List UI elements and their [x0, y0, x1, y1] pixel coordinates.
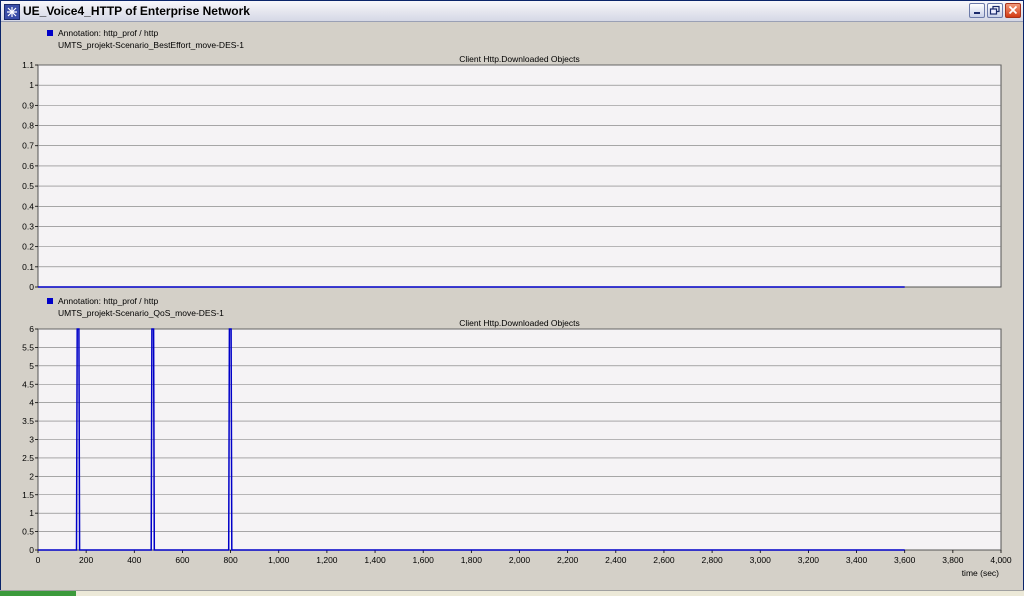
y-tick-label: 0.3: [22, 221, 34, 231]
window-title: UE_Voice4_HTTP of Enterprise Network: [23, 4, 250, 18]
legend-annotation: Annotation: http_prof / http: [58, 28, 158, 38]
x-tick-label: 200: [79, 555, 93, 565]
y-tick-label: 2.5: [22, 453, 34, 463]
x-tick-label: 0: [36, 555, 41, 565]
graph-panel: Annotation: http_prof / http UMTS_projekt…: [4, 23, 1020, 591]
y-tick-label: 3.5: [22, 416, 34, 426]
x-tick-label: 3,600: [894, 555, 916, 565]
x-tick-label: 3,000: [750, 555, 772, 565]
y-tick-label: 3: [29, 435, 34, 445]
y-tick-label: 0.6: [22, 161, 34, 171]
x-tick-label: 400: [127, 555, 141, 565]
x-tick-label: 2,600: [653, 555, 675, 565]
x-tick-label: 1,400: [364, 555, 386, 565]
minimize-button[interactable]: [969, 3, 985, 18]
x-tick-label: 2,000: [509, 555, 531, 565]
x-tick-label: 3,400: [846, 555, 868, 565]
status-bar: [0, 590, 1024, 596]
legend-scenario: UMTS_projekt-Scenario_BestEffort_move-DE…: [58, 40, 244, 50]
restore-icon: [989, 5, 1000, 15]
y-tick-label: 0.1: [22, 262, 34, 272]
title-bar[interactable]: UE_Voice4_HTTP of Enterprise Network: [1, 1, 1023, 22]
panel-besteffort: Annotation: http_prof / http UMTS_projekt…: [22, 28, 1002, 292]
x-tick-label: 2,400: [605, 555, 627, 565]
y-tick-label: 4: [29, 398, 34, 408]
y-tick-label: 5.5: [22, 342, 34, 352]
status-indicator: [0, 591, 76, 596]
restore-button[interactable]: [987, 3, 1003, 18]
y-tick-label: 0.5: [22, 181, 34, 191]
y-tick-label: 5: [29, 361, 34, 371]
panel-qos: Annotation: http_prof / http UMTS_projekt…: [22, 296, 1012, 578]
x-tick-label: 1,600: [413, 555, 435, 565]
y-tick-label: 1.5: [22, 490, 34, 500]
y-tick-label: 1: [29, 508, 34, 518]
x-tick-label: 2,800: [701, 555, 723, 565]
y-tick-label: 0.7: [22, 141, 34, 151]
y-tick-label: 0.9: [22, 100, 34, 110]
legend-swatch: [47, 30, 53, 36]
y-tick-label: 4.5: [22, 379, 34, 389]
x-tick-label: 3,200: [798, 555, 820, 565]
x-tick-label: 3,800: [942, 555, 964, 565]
legend-scenario: UMTS_projekt-Scenario_QoS_move-DES-1: [58, 308, 224, 318]
y-tick-label: 1: [29, 80, 34, 90]
minimize-icon: [974, 12, 980, 14]
y-tick-label: 0.8: [22, 121, 34, 131]
x-tick-label: 1,800: [461, 555, 483, 565]
x-tick-label: 2,200: [557, 555, 579, 565]
x-axis-label: time (sec): [962, 568, 999, 578]
x-tick-label: 800: [224, 555, 238, 565]
x-tick-label: 1,200: [316, 555, 338, 565]
application-window: UE_Voice4_HTTP of Enterprise Network Ann…: [0, 0, 1024, 595]
y-tick-label: 0.4: [22, 201, 34, 211]
y-tick-label: 2: [29, 471, 34, 481]
legend-annotation: Annotation: http_prof / http: [58, 296, 158, 306]
y-tick-label: 0: [29, 545, 34, 555]
legend-swatch: [47, 298, 53, 304]
x-tick-label: 600: [175, 555, 189, 565]
x-tick-label: 4,000: [990, 555, 1012, 565]
chart-title: Client Http.Downloaded Objects: [459, 54, 579, 64]
y-tick-label: 0.2: [22, 242, 34, 252]
y-tick-label: 0: [29, 282, 34, 292]
y-tick-label: 0.5: [22, 527, 34, 537]
y-tick-label: 1.1: [22, 60, 34, 70]
charts-canvas: Annotation: http_prof / http UMTS_projekt…: [22, 28, 1012, 578]
x-tick-label: 1,000: [268, 555, 290, 565]
close-icon: [1008, 5, 1018, 15]
y-tick-label: 6: [29, 324, 34, 334]
network-app-icon[interactable]: [4, 4, 20, 20]
chart-title: Client Http.Downloaded Objects: [459, 318, 579, 328]
plot-area: [37, 64, 1002, 288]
close-button[interactable]: [1005, 3, 1021, 18]
